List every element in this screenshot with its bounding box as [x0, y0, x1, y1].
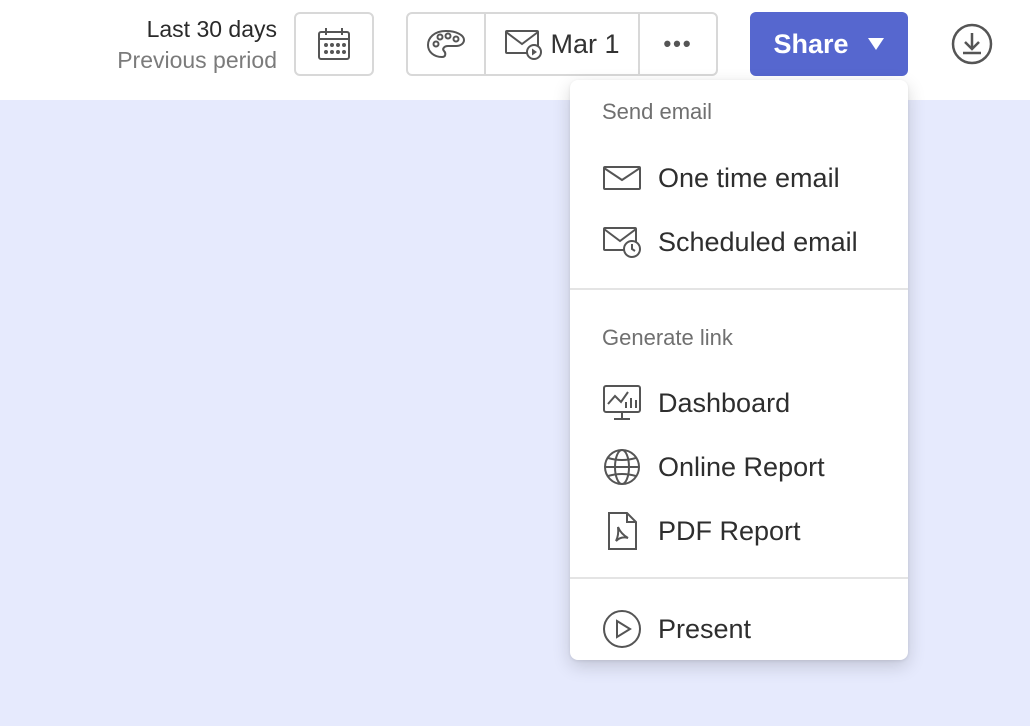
download-button[interactable]	[948, 20, 996, 68]
generate-link-section-title: Generate link	[602, 325, 733, 350]
menu-divider	[570, 577, 908, 579]
menu-item-scheduled-email[interactable]: Scheduled email	[570, 214, 908, 270]
scheduled-date-label: Mar 1	[550, 28, 620, 59]
menu-item-label: PDF Report	[658, 515, 801, 546]
menu-item-dashboard[interactable]: Dashboard	[570, 375, 908, 431]
menu-item-label: Present	[658, 613, 752, 644]
monitor-chart-icon	[602, 383, 642, 423]
share-dropdown-menu: Send email One time email Scheduled emai…	[570, 80, 908, 660]
date-period-display[interactable]: Last 30 days Previous period	[117, 14, 277, 76]
pdf-file-icon	[602, 511, 642, 551]
share-button-label: Share	[773, 28, 849, 59]
menu-item-present[interactable]: Present	[570, 601, 908, 657]
scheduled-report-button[interactable]: Mar 1	[486, 14, 640, 74]
theme-button[interactable]	[408, 14, 486, 74]
period-comparison-label: Previous period	[117, 47, 277, 73]
menu-item-one-time-email[interactable]: One time email	[570, 150, 908, 206]
caret-down-icon	[867, 37, 885, 51]
palette-icon	[426, 28, 466, 60]
menu-divider	[570, 288, 908, 290]
download-icon	[950, 22, 994, 66]
play-circle-icon	[602, 609, 642, 649]
envelope-icon	[602, 158, 642, 198]
share-button[interactable]: Share	[750, 12, 908, 76]
toolbar-button-group: Mar 1 •••	[406, 12, 718, 76]
globe-icon	[602, 447, 642, 487]
more-icon: •••	[663, 31, 693, 56]
date-range-button[interactable]	[294, 12, 374, 76]
more-options-button[interactable]: •••	[640, 14, 716, 74]
menu-item-label: Scheduled email	[658, 226, 858, 257]
menu-item-label: Dashboard	[658, 387, 791, 418]
send-email-section-title: Send email	[602, 99, 713, 124]
menu-item-label: One time email	[658, 162, 840, 193]
menu-item-pdf-report[interactable]: PDF Report	[570, 503, 908, 559]
envelope-play-icon	[504, 27, 544, 61]
menu-item-label: Online Report	[658, 451, 825, 482]
envelope-clock-icon	[602, 222, 642, 262]
menu-item-online-report[interactable]: Online Report	[570, 439, 908, 495]
calendar-icon	[316, 26, 352, 62]
period-primary-label: Last 30 days	[146, 16, 277, 42]
